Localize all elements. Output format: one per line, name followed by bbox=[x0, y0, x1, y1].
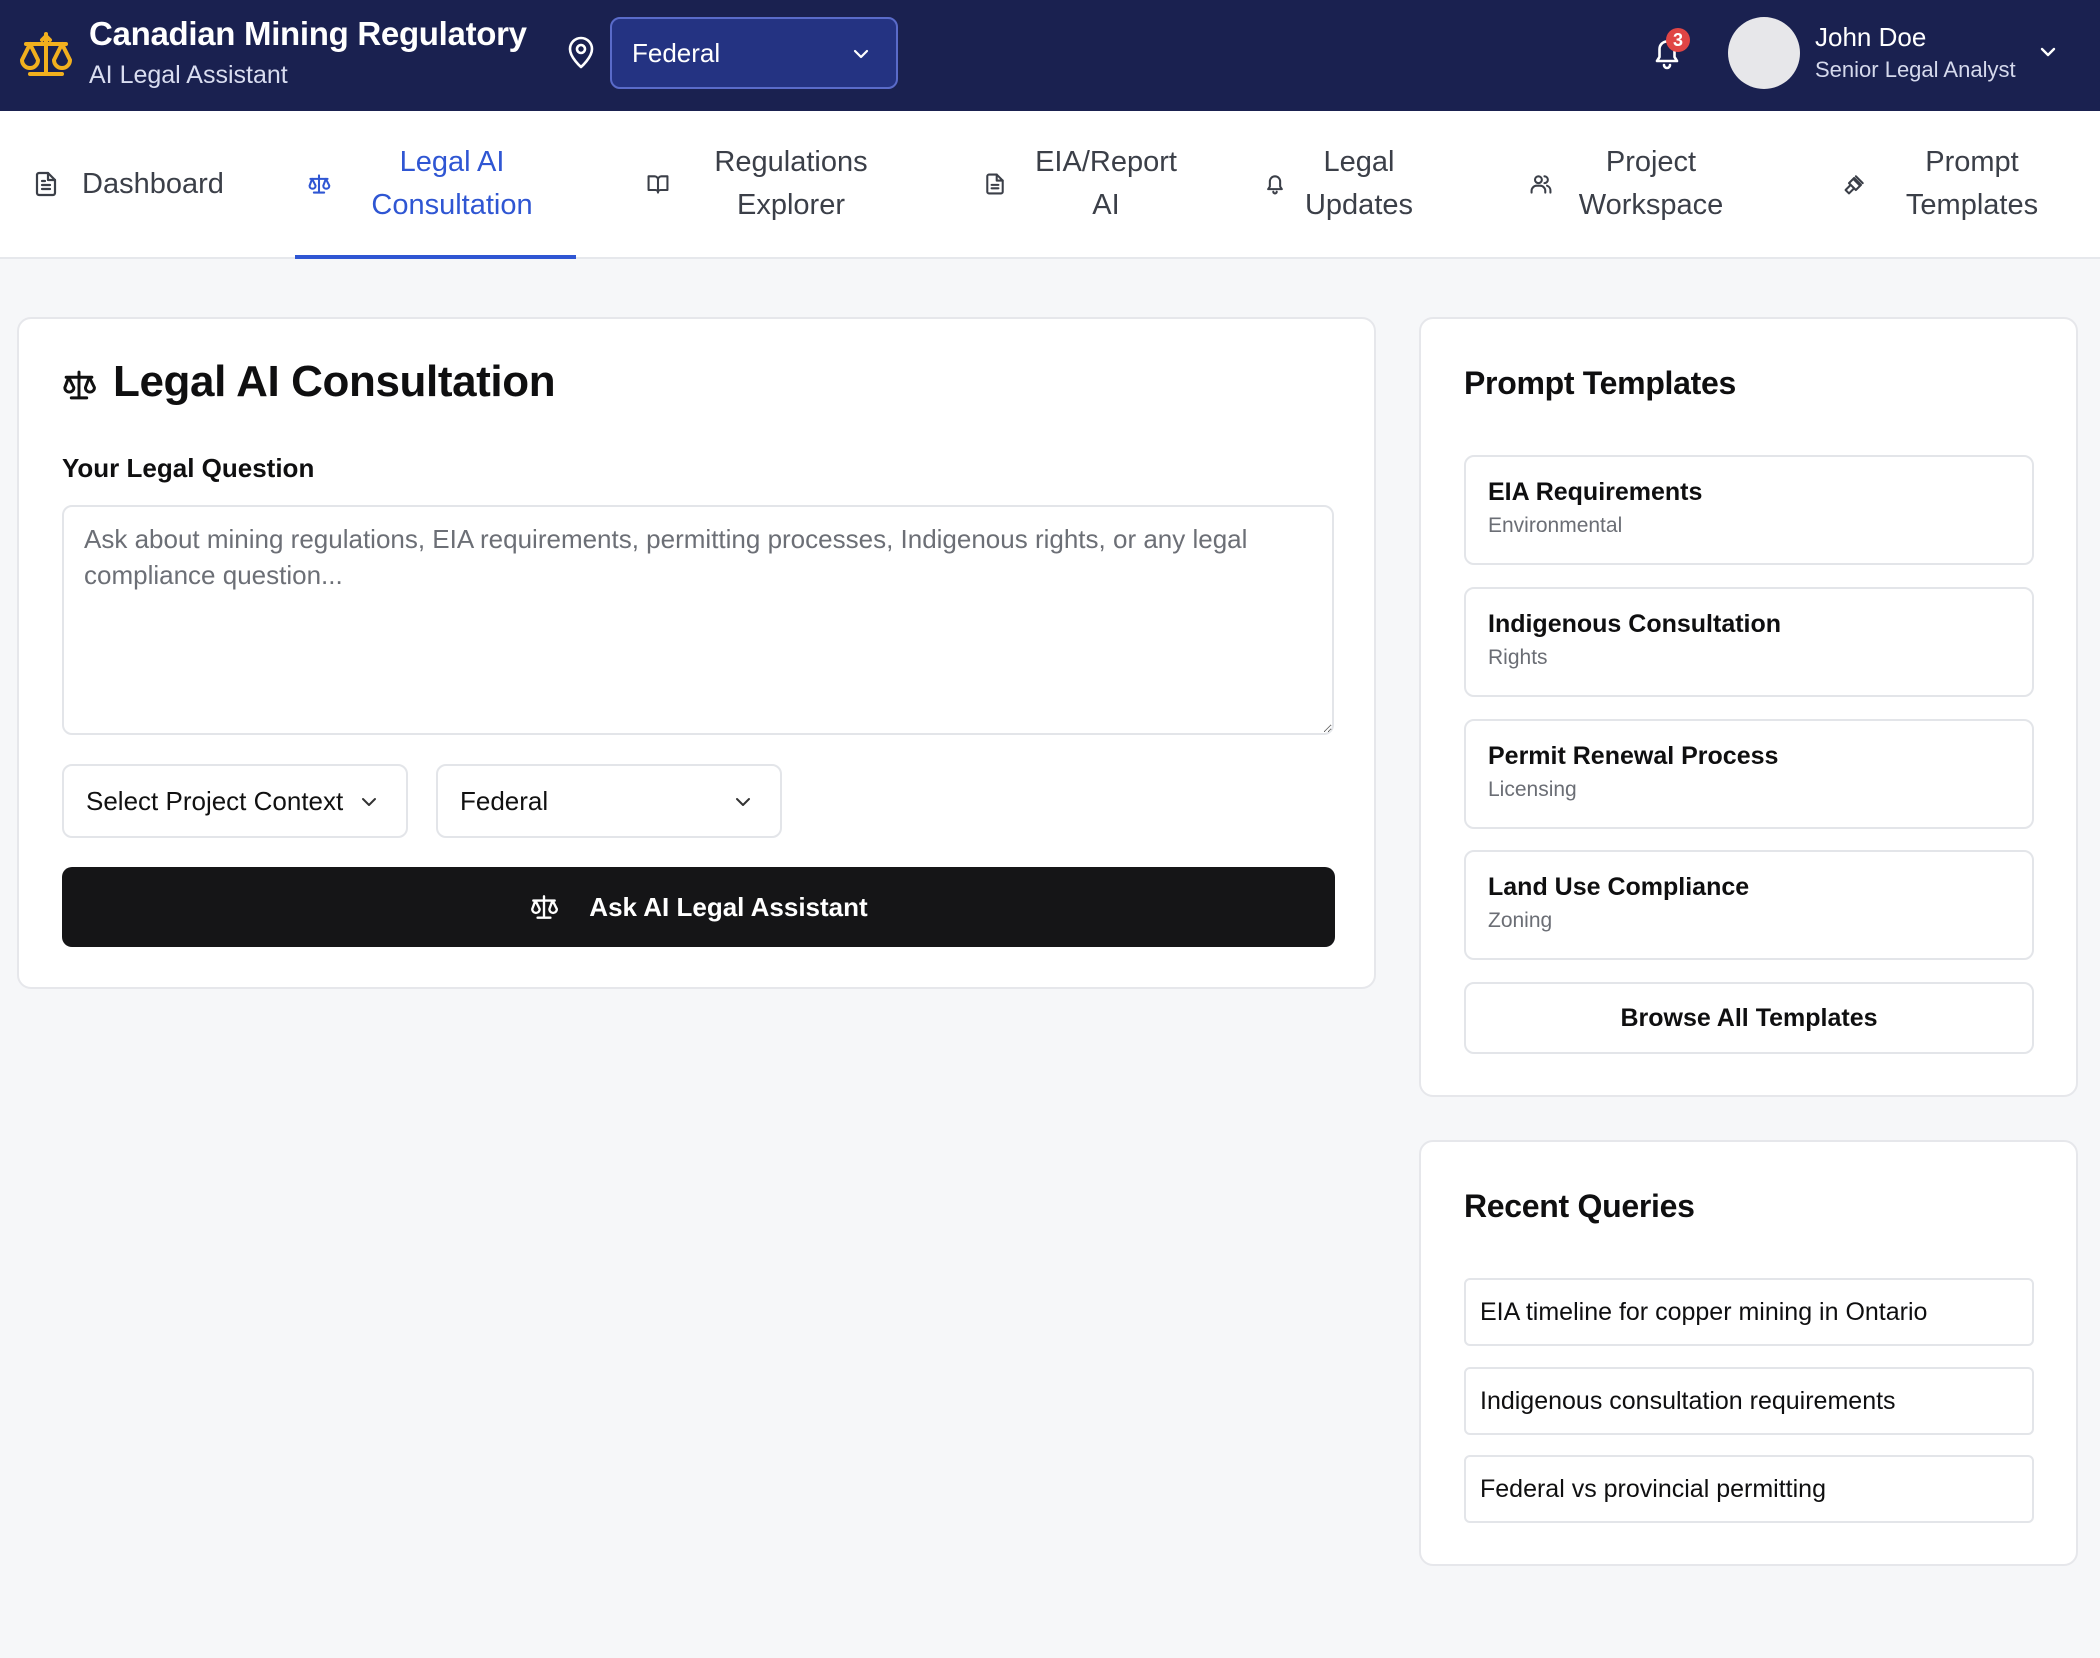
tab-legal-ai-consultation[interactable]: Legal AI Consultation bbox=[295, 111, 576, 259]
app-title: Canadian Mining Regulatory bbox=[89, 15, 527, 52]
recent-queries-card: Recent Queries EIA timeline for copper m… bbox=[1419, 1140, 2078, 1566]
recent-queries-title: Recent Queries bbox=[1464, 1188, 1695, 1224]
ask-button-label: Ask AI Legal Assistant bbox=[589, 891, 868, 922]
user-role: Senior Legal Analyst bbox=[1815, 57, 2016, 82]
prompt-templates-card: Prompt Templates EIA Requirements Enviro… bbox=[1419, 317, 2078, 1097]
book-icon bbox=[646, 172, 670, 196]
jurisdiction-select[interactable]: Federal bbox=[610, 17, 898, 89]
recent-query-item[interactable]: Federal vs provincial permitting bbox=[1464, 1455, 2034, 1523]
tab-project-workspace[interactable]: Project Workspace bbox=[1529, 111, 1731, 257]
location-pin-icon bbox=[566, 36, 596, 70]
scale-icon bbox=[61, 367, 97, 403]
tab-dashboard[interactable]: Dashboard bbox=[32, 111, 224, 257]
template-name: EIA Requirements bbox=[1488, 478, 1703, 506]
document-icon bbox=[983, 172, 1007, 196]
template-item[interactable]: Land Use Compliance Zoning bbox=[1464, 850, 2034, 960]
legal-question-input[interactable] bbox=[62, 505, 1334, 735]
tab-label: Legal AI Consultation bbox=[371, 146, 533, 221]
prompt-templates-title: Prompt Templates bbox=[1464, 365, 1736, 401]
tab-label: Dashboard bbox=[82, 167, 224, 200]
tab-label: EIA/Report AI bbox=[1035, 146, 1177, 221]
chevron-down-icon bbox=[358, 791, 380, 813]
chevron-down-icon bbox=[850, 43, 872, 65]
top-bar: Canadian Mining Regulatory AI Legal Assi… bbox=[0, 0, 2100, 111]
template-category: Rights bbox=[1488, 646, 1548, 669]
tab-label: Project Workspace bbox=[1578, 146, 1724, 221]
tab-label: Regulations Explorer bbox=[714, 146, 868, 221]
scale-icon bbox=[307, 172, 331, 196]
tab-prompt-templates[interactable]: Prompt Templates bbox=[1843, 111, 2047, 257]
template-name: Permit Renewal Process bbox=[1488, 742, 1779, 770]
recent-query-item[interactable]: Indigenous consultation requirements bbox=[1464, 1367, 2034, 1435]
recent-query-item[interactable]: EIA timeline for copper mining in Ontari… bbox=[1464, 1278, 2034, 1346]
consultation-jurisdiction-select[interactable]: Federal bbox=[436, 764, 782, 838]
template-category: Environmental bbox=[1488, 514, 1623, 537]
question-label: Your Legal Question bbox=[62, 453, 315, 483]
document-icon bbox=[32, 170, 60, 198]
ask-ai-button[interactable]: Ask AI Legal Assistant bbox=[62, 867, 1335, 947]
scale-logo-icon bbox=[18, 26, 74, 82]
template-name: Land Use Compliance bbox=[1488, 873, 1750, 901]
jurisdiction-value: Federal bbox=[632, 37, 721, 68]
template-category: Zoning bbox=[1488, 909, 1553, 932]
browse-all-templates-button[interactable]: Browse All Templates bbox=[1464, 982, 2034, 1054]
users-icon bbox=[1529, 172, 1553, 196]
template-item[interactable]: Indigenous Consultation Rights bbox=[1464, 587, 2034, 697]
tab-label: Prompt Templates bbox=[1905, 146, 2039, 221]
template-item[interactable]: EIA Requirements Environmental bbox=[1464, 455, 2034, 565]
main-tabs: Dashboard Legal AI Consultation Regulati… bbox=[0, 111, 2100, 259]
project-context-value: Select Project Context bbox=[86, 785, 344, 816]
notification-count-badge: 3 bbox=[1666, 28, 1690, 52]
gavel-icon bbox=[1843, 172, 1867, 196]
page-title: Legal AI Consultation bbox=[113, 357, 556, 406]
chevron-down-icon bbox=[732, 791, 754, 813]
template-item[interactable]: Permit Renewal Process Licensing bbox=[1464, 719, 2034, 829]
app-subtitle: AI Legal Assistant bbox=[89, 61, 288, 89]
tab-legal-updates[interactable]: Legal Updates bbox=[1263, 111, 1419, 257]
consultation-card: Legal AI Consultation Your Legal Questio… bbox=[17, 317, 1376, 989]
template-category: Licensing bbox=[1488, 778, 1577, 801]
user-name: John Doe bbox=[1815, 22, 1927, 52]
avatar[interactable] bbox=[1728, 17, 1800, 89]
user-info[interactable]: John Doe Senior Legal Analyst bbox=[1815, 20, 2016, 86]
template-name: Indigenous Consultation bbox=[1488, 610, 1782, 638]
project-context-select[interactable]: Select Project Context bbox=[62, 764, 408, 838]
brand: Canadian Mining Regulatory AI Legal Assi… bbox=[89, 14, 527, 92]
consultation-jurisdiction-value: Federal bbox=[460, 785, 549, 816]
user-menu-chevron-icon[interactable] bbox=[2036, 40, 2060, 64]
tab-eia-report-ai[interactable]: EIA/Report AI bbox=[983, 111, 1191, 257]
tab-label: Legal Updates bbox=[1304, 146, 1413, 221]
bell-icon bbox=[1263, 172, 1287, 196]
scale-icon bbox=[529, 892, 559, 922]
tab-regulations-explorer[interactable]: Regulations Explorer bbox=[646, 111, 876, 257]
